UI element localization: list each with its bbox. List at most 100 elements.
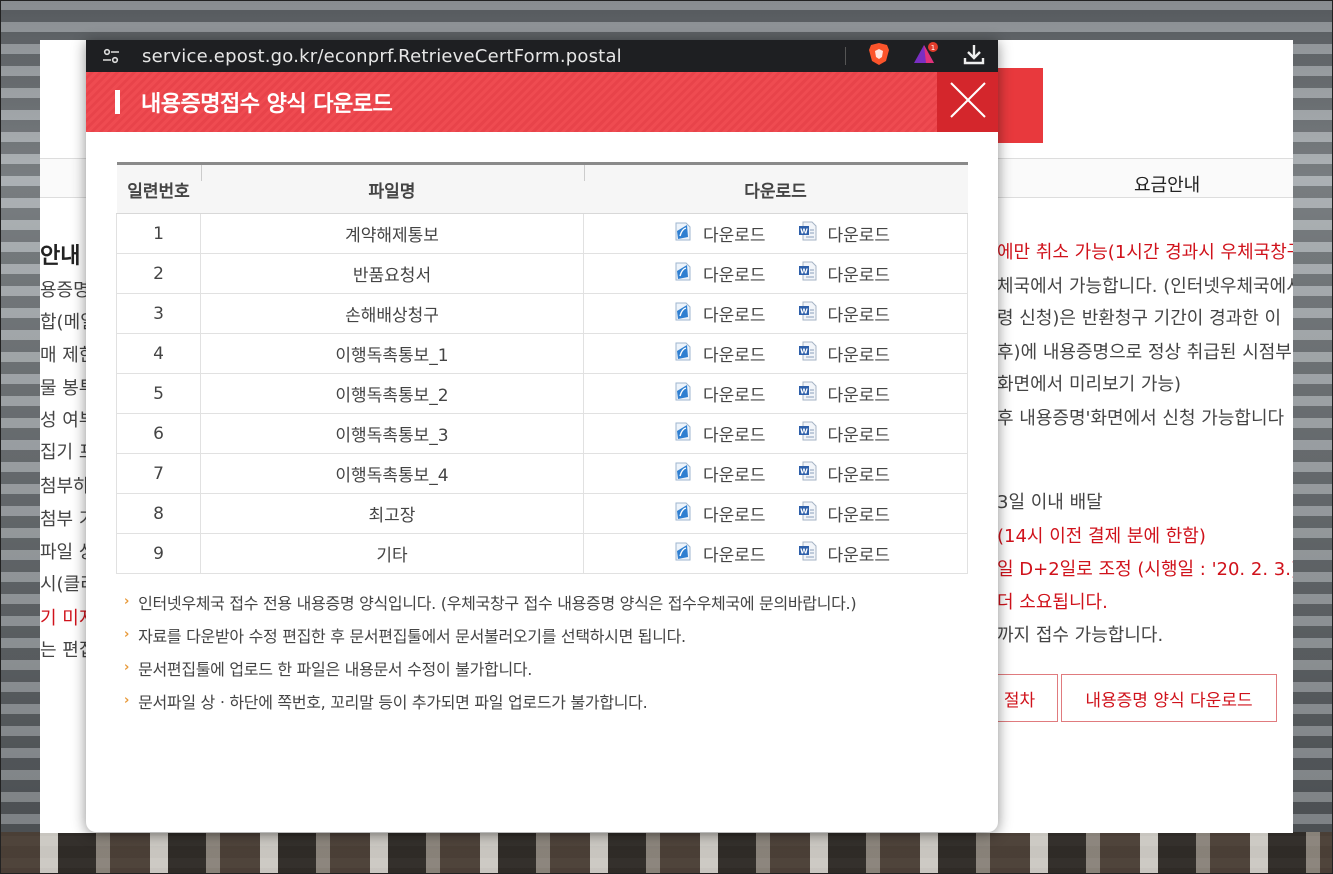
bg-right-line: 에만 취소 가능(1시간 경과시 우체국창구 [997,242,1293,263]
download-links: 다운로드 W 다운로드 [584,381,967,407]
svg-text:W: W [800,427,808,435]
download-hwp-link[interactable]: 다운로드 [673,341,766,367]
bg-right-line: 후 내용증명'화면에서 신청 가능합니다 [997,408,1285,429]
word-file-icon: W [798,301,818,327]
svg-text:W: W [800,347,808,355]
hwp-file-icon [673,301,693,327]
download-hwp-link[interactable]: 다운로드 [673,541,766,567]
table-header-row: 일련번호 파일명 다운로드 [116,162,968,214]
download-label: 다운로드 [827,386,891,406]
url-text[interactable]: service.epost.go.kr/econprf.RetrieveCert… [142,46,622,67]
download-links: 다운로드 W 다운로드 [584,221,967,247]
word-file-icon: W [798,221,818,247]
download-doc-link[interactable]: W 다운로드 [798,501,890,527]
dialog-title: 내용증명접수 양식 다운로드 [141,92,393,117]
column-header-download: 다운로드 [583,162,968,214]
download-hwp-link[interactable]: 다운로드 [673,221,766,247]
notice-item: › 문서편집툴에 업로드 한 파일은 내용문서 수정이 불가합니다. [124,651,856,684]
download-label: 다운로드 [702,426,766,446]
row-number: 6 [116,413,201,454]
download-icon[interactable] [962,42,986,70]
download-label: 다운로드 [702,346,766,366]
table-row: 5 이행독촉통보_2 다운로드 W 다운로드 [116,373,968,414]
bg-form-download-button[interactable]: 내용증명 양식 다운로드 [1061,674,1277,722]
hwp-file-icon [673,421,693,447]
download-hwp-link[interactable]: 다운로드 [673,501,766,527]
row-filename: 이행독촉통보_1 [200,333,584,374]
bg-left-line: 용증명 [40,280,90,301]
brave-rewards-icon[interactable]: 1 [912,42,940,70]
row-filename: 기타 [200,533,584,574]
row-number: 2 [116,253,201,294]
close-button[interactable] [937,72,998,132]
download-doc-link[interactable]: W 다운로드 [798,381,891,407]
column-header-no: 일련번호 [116,162,201,214]
table-row: 1 계약해제통보 다운로드 W 다운로드 [116,213,968,254]
chevron-right-icon: › [124,693,130,708]
download-doc-link[interactable]: W 다운로드 [798,541,890,567]
row-number: 9 [116,533,201,574]
background-tab-fee-guide[interactable]: 요금안내 [1134,171,1200,197]
column-header-filename: 파일명 [200,162,584,214]
hwp-file-icon [673,341,693,367]
table-row: 6 이행독촉통보_3 다운로드 W 다운로드 [116,413,968,454]
download-doc-link[interactable]: W 다운로드 [798,301,891,327]
word-file-icon: W [798,381,818,407]
row-filename: 손해배상청구 [200,293,584,334]
download-label: 다운로드 [827,306,891,326]
svg-text:W: W [800,387,808,395]
site-settings-icon[interactable] [100,45,122,67]
word-file-icon: W [798,341,818,367]
hwp-file-icon [673,501,693,527]
notice-text: 문서파일 상ㆍ하단에 쪽번호, 꼬리말 등이 추가되면 파일 업로드가 불가합니… [138,692,648,712]
bg-right-line: 체국에서 가능합니다. (인터넷우체국에서 [997,276,1293,297]
download-hwp-link[interactable]: 다운로드 [673,301,766,327]
close-icon [948,80,988,124]
table-row: 7 이행독촉통보_4 다운로드 W 다운로드 [116,453,968,494]
download-table: 일련번호 파일명 다운로드 1 계약해제통보 다운로드 W 다운로드 2 반품요청서 다운로드… [116,162,968,574]
download-links: 다운로드 W 다운로드 [584,301,967,327]
row-filename: 이행독촉통보_3 [200,413,584,454]
svg-text:W: W [800,227,808,235]
download-label: 다운로드 [827,266,891,286]
word-file-icon: W [798,421,818,447]
download-label: 다운로드 [702,266,766,286]
download-hwp-link[interactable]: 다운로드 [673,261,766,287]
notice-text: 인터넷우체국 접수 전용 내용증명 양식입니다. (우체국창구 접수 내용증명 … [138,593,857,613]
word-file-icon: W [798,461,818,487]
popup-address-bar: service.epost.go.kr/econprf.RetrieveCert… [86,40,998,72]
blurred-street [0,832,1333,874]
download-hwp-link[interactable]: 다운로드 [673,461,766,487]
download-doc-link[interactable]: W 다운로드 [798,421,891,447]
word-file-icon: W [798,541,818,567]
download-doc-link[interactable]: W 다운로드 [798,261,891,287]
hwp-file-icon [673,541,693,567]
download-hwp-link[interactable]: 다운로드 [673,381,766,407]
download-label: 다운로드 [827,426,891,446]
download-links: 다운로드 W 다운로드 [584,461,967,487]
svg-text:W: W [800,507,808,515]
download-doc-link[interactable]: W 다운로드 [798,221,890,247]
bg-right-line: 3일 이내 배달 [997,492,1103,513]
download-label: 다운로드 [827,466,891,486]
svg-text:W: W [800,467,808,475]
download-label: 다운로드 [702,226,766,246]
download-label: 다운로드 [702,466,766,486]
hwp-file-icon [673,261,693,287]
notice-item: › 자료를 다운받아 수정 편집한 후 문서편집툴에서 문서불러오기를 선택하시면… [124,618,856,651]
brave-shields-icon[interactable] [868,42,890,70]
row-filename: 계약해제통보 [200,213,584,254]
download-doc-link[interactable]: W 다운로드 [798,461,891,487]
download-links: 다운로드 W 다운로드 [584,341,967,367]
row-number: 4 [116,333,201,374]
bg-right-line: 더 소요됩니다. [997,592,1108,613]
row-filename: 이행독촉통보_4 [200,453,584,494]
download-doc-link[interactable]: W 다운로드 [798,341,890,367]
table-row: 3 손해배상청구 다운로드 W 다운로드 [116,293,968,334]
svg-text:W: W [800,267,808,275]
popup-window: service.epost.go.kr/econprf.RetrieveCert… [86,40,998,832]
download-hwp-link[interactable]: 다운로드 [673,421,766,447]
notice-text: 문서편집툴에 업로드 한 파일은 내용문서 수정이 불가합니다. [138,659,533,679]
row-number: 3 [116,293,201,334]
notice-item: › 문서파일 상ㆍ하단에 쪽번호, 꼬리말 등이 추가되면 파일 업로드가 불가합… [124,684,856,717]
